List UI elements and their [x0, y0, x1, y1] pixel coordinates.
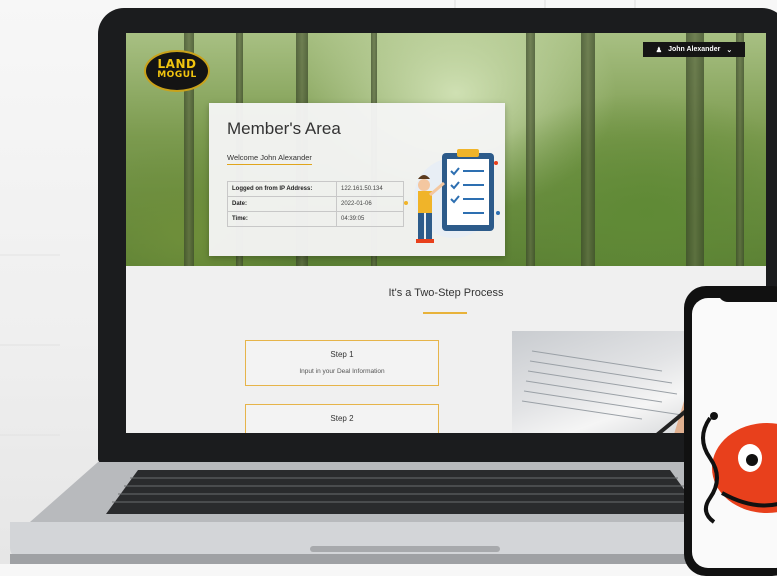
- step-1-card[interactable]: Step 1 Input in your Deal Information: [245, 340, 439, 386]
- table-row: Date: 2022-01-06: [227, 196, 404, 212]
- member-area-title: Member's Area: [227, 119, 341, 138]
- logo-text-line2: MOGUL: [157, 70, 197, 80]
- table-row: Logged on from IP Address: 122.161.50.13…: [227, 181, 404, 197]
- table-row: Time: 04:39:05: [227, 211, 404, 227]
- chevron-down-icon: ⌄: [726, 46, 733, 54]
- phone-notch: [718, 290, 777, 302]
- row-label: Logged on from IP Address:: [227, 181, 337, 197]
- step-title: Step 2: [330, 414, 354, 423]
- user-name: John Alexander: [668, 46, 721, 53]
- member-area-card: Member's Area Welcome John Alexander Log…: [209, 103, 505, 256]
- step-description: Input in your Deal Information: [299, 368, 385, 375]
- land-mogul-logo[interactable]: LAND MOGUL: [144, 50, 210, 92]
- logo-text-line1: LAND: [157, 57, 197, 71]
- step-2-card[interactable]: Step 2: [245, 404, 439, 433]
- mascot-logo: [701, 412, 777, 524]
- checklist-illustration: [404, 149, 500, 243]
- login-info-table: Logged on from IP Address: 122.161.50.13…: [227, 181, 404, 227]
- smartphone-screen: [692, 298, 777, 568]
- user-menu-button[interactable]: ♟ John Alexander ⌄: [643, 42, 745, 57]
- welcome-text: Welcome John Alexander: [227, 153, 312, 165]
- step-title: Step 1: [330, 350, 354, 359]
- user-icon: ♟: [655, 46, 663, 54]
- row-label: Date:: [227, 196, 337, 212]
- process-heading: It's a Two-Step Process: [388, 287, 504, 299]
- row-label: Time:: [227, 211, 337, 227]
- laptop-base: [10, 462, 777, 564]
- forest-hero-banner: LAND MOGUL ♟ John Alexander ⌄ Member's A…: [126, 33, 766, 266]
- heading-underline: [423, 312, 467, 314]
- laptop-screen: LAND MOGUL ♟ John Alexander ⌄ Member's A…: [126, 33, 766, 433]
